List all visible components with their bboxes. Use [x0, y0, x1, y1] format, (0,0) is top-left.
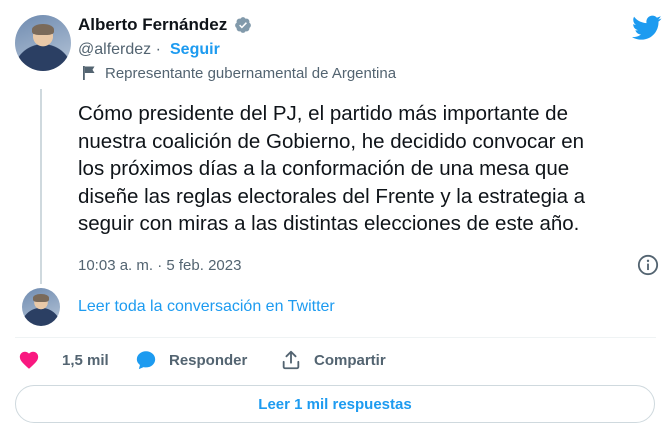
author-name[interactable]: Alberto Fernández	[78, 15, 227, 35]
share-label: Compartir	[314, 351, 386, 369]
share-button[interactable]: Compartir	[280, 348, 386, 372]
handle-separator: ·	[151, 41, 161, 58]
affiliation-label: Representante gubernamental de Argentina	[105, 65, 397, 82]
info-icon[interactable]	[637, 254, 659, 276]
like-button[interactable]: 1,5 mil	[18, 348, 109, 372]
author-avatar-small[interactable]	[22, 288, 60, 326]
twitter-bird-icon[interactable]	[632, 15, 662, 41]
tweet-timestamp[interactable]: 10:03 a. m. · 5 feb. 2023	[78, 257, 241, 274]
read-conversation-link[interactable]: Leer toda la conversación en Twitter	[78, 298, 335, 316]
divider	[15, 337, 656, 338]
author-handle[interactable]: @alferdez ·	[78, 41, 161, 59]
author-avatar[interactable]	[15, 15, 71, 71]
reply-label: Responder	[169, 351, 248, 369]
follow-button[interactable]: Seguir	[170, 41, 220, 59]
share-icon	[282, 350, 300, 370]
tweet-text: Cómo presidente del PJ, el partido más i…	[78, 102, 586, 235]
verified-badge-icon	[235, 17, 251, 33]
thread-line	[40, 89, 42, 284]
flag-icon	[83, 66, 95, 80]
read-replies-button[interactable]: Leer 1 mil respuestas	[15, 385, 655, 423]
handle-text[interactable]: @alferdez	[78, 41, 151, 58]
reply-button[interactable]: Responder	[135, 348, 247, 372]
reply-bubble-icon	[136, 351, 156, 370]
like-count: 1,5 mil	[62, 351, 109, 369]
heart-icon	[19, 351, 39, 369]
